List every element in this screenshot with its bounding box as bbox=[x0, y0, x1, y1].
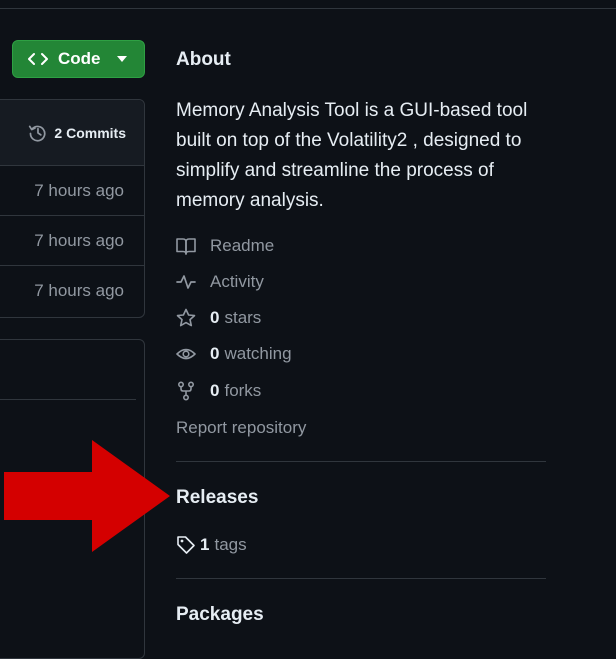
report-repository-link[interactable]: Report repository bbox=[176, 418, 306, 438]
stars-label: stars bbox=[224, 308, 262, 327]
forks-link[interactable]: 0 forks bbox=[176, 381, 261, 401]
tags-count: 1 bbox=[200, 535, 210, 554]
tags-link[interactable]: 1 tags bbox=[176, 535, 247, 555]
commit-time: 7 hours ago bbox=[34, 180, 124, 200]
eye-icon bbox=[176, 348, 196, 360]
book-icon bbox=[176, 238, 196, 255]
code-icon bbox=[28, 53, 48, 65]
packages-heading[interactable]: Packages bbox=[176, 604, 264, 626]
tag-icon bbox=[177, 536, 195, 554]
watching-label: watching bbox=[224, 344, 292, 363]
about-description: Memory Analysis Tool is a GUI-based tool… bbox=[176, 100, 528, 211]
readme-panel-divider bbox=[0, 399, 136, 400]
activity-link[interactable]: Activity bbox=[176, 272, 264, 292]
commit-row[interactable]: 7 hours ago bbox=[0, 266, 144, 316]
code-button[interactable]: Code bbox=[12, 40, 145, 78]
history-icon bbox=[29, 125, 46, 142]
readme-link[interactable]: Readme bbox=[176, 236, 274, 256]
sidebar-divider bbox=[176, 461, 546, 462]
commits-link[interactable]: 2 Commits bbox=[0, 100, 144, 166]
commit-time: 7 hours ago bbox=[34, 281, 124, 300]
forks-count: 0 bbox=[210, 381, 220, 400]
commits-count: 2 Commits bbox=[54, 124, 126, 141]
watching-count: 0 bbox=[210, 344, 220, 363]
code-button-label: Code bbox=[58, 49, 101, 68]
watching-link[interactable]: 0 watching bbox=[176, 344, 292, 364]
commits-panel: 2 Commits 7 hours ago 7 hours ago 7 hour… bbox=[0, 99, 145, 318]
commit-time: 7 hours ago bbox=[34, 230, 124, 250]
about-heading: About bbox=[176, 49, 231, 70]
readme-label: Readme bbox=[210, 236, 275, 255]
sidebar-divider bbox=[176, 578, 546, 579]
annotation-arrow-icon bbox=[4, 440, 170, 552]
tags-label: tags bbox=[214, 535, 247, 554]
forks-label: forks bbox=[224, 381, 262, 400]
activity-label: Activity bbox=[210, 272, 264, 291]
caret-down-icon bbox=[116, 56, 127, 62]
commit-row[interactable]: 7 hours ago bbox=[0, 166, 144, 216]
stars-link[interactable]: 0 stars bbox=[176, 308, 261, 328]
pulse-icon bbox=[176, 275, 196, 289]
top-divider bbox=[0, 8, 616, 9]
commit-row[interactable]: 7 hours ago bbox=[0, 216, 144, 266]
stars-count: 0 bbox=[210, 308, 220, 327]
star-icon bbox=[176, 308, 196, 327]
releases-heading[interactable]: Releases bbox=[176, 487, 258, 509]
fork-icon bbox=[177, 381, 195, 401]
